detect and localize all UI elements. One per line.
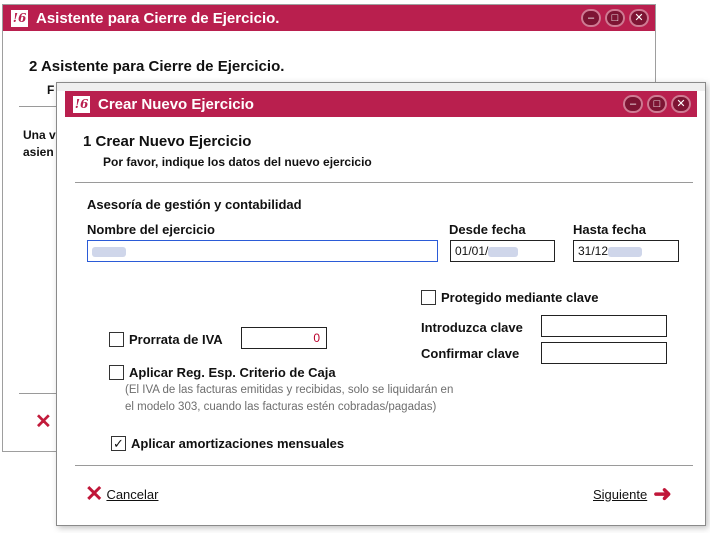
- amortizaciones-label: Aplicar amortizaciones mensuales: [131, 436, 345, 451]
- redacted-value: [488, 246, 519, 257]
- cancel-button[interactable]: ✕ Cancelar: [85, 483, 158, 505]
- arrow-right-icon: ➜: [653, 481, 672, 506]
- criterio-caja-checkbox[interactable]: [109, 365, 124, 380]
- confirmar-clave-input[interactable]: [541, 342, 667, 364]
- confirmar-clave-label: Confirmar clave: [421, 346, 520, 361]
- step-title: 2 Asistente para Cierre de Ejercicio.: [29, 58, 285, 75]
- hasta-fecha-input[interactable]: 31/12: [573, 240, 679, 262]
- amortizaciones-checkbox[interactable]: ✓: [111, 436, 126, 451]
- redacted-value: [608, 246, 643, 257]
- step-title: 1 Crear Nuevo Ejercicio: [83, 133, 252, 150]
- company-name: Asesoría de gestión y contabilidad: [87, 197, 302, 212]
- window-title: Asistente para Cierre de Ejercicio.: [36, 9, 280, 27]
- crear-ejercicio-window: !6 Crear Nuevo Ejercicio – □ ✕ 1 Crear N…: [56, 82, 706, 526]
- prorrata-label: Prorrata de IVA: [129, 332, 223, 347]
- nombre-label: Nombre del ejercicio: [87, 222, 215, 237]
- desde-fecha-input[interactable]: 01/01/: [450, 240, 555, 262]
- criterio-caja-hint: (El IVA de las facturas emitidas y recib…: [125, 384, 454, 413]
- nombre-ejercicio-input[interactable]: [87, 240, 438, 262]
- close-icon[interactable]: ✕: [629, 9, 649, 27]
- protegido-checkbox[interactable]: [421, 290, 436, 305]
- maximize-icon[interactable]: □: [647, 95, 667, 113]
- divider: [75, 182, 693, 183]
- prorrata-checkbox[interactable]: [109, 332, 124, 347]
- minimize-icon[interactable]: –: [623, 95, 643, 113]
- titlebar[interactable]: !6 Crear Nuevo Ejercicio – □ ✕: [65, 91, 697, 117]
- introduzca-clave-label: Introduzca clave: [421, 320, 523, 335]
- window-title: Crear Nuevo Ejercicio: [98, 95, 254, 113]
- introduzca-clave-input[interactable]: [541, 315, 667, 337]
- criterio-caja-label: Aplicar Reg. Esp. Criterio de Caja: [129, 365, 336, 380]
- cancel-x-icon[interactable]: ✕: [35, 409, 52, 434]
- hasta-fecha-label: Hasta fecha: [573, 222, 646, 237]
- redacted-value: [92, 246, 126, 257]
- app-logo-icon: !6: [11, 9, 28, 27]
- next-button[interactable]: Siguiente ➜: [593, 483, 672, 505]
- step-subtitle: Por favor, indique los datos del nuevo e…: [103, 155, 372, 169]
- cancel-x-icon: ✕: [85, 481, 104, 506]
- divider: [75, 465, 693, 466]
- maximize-icon[interactable]: □: [605, 9, 625, 27]
- protegido-label: Protegido mediante clave: [441, 290, 599, 305]
- minimize-icon[interactable]: –: [581, 9, 601, 27]
- titlebar[interactable]: !6 Asistente para Cierre de Ejercicio. –…: [3, 5, 655, 31]
- step-subtitle: F: [47, 83, 55, 97]
- close-icon[interactable]: ✕: [671, 95, 691, 113]
- app-logo-icon: !6: [73, 95, 90, 113]
- prorrata-input[interactable]: 0: [241, 327, 327, 349]
- desde-fecha-label: Desde fecha: [449, 222, 526, 237]
